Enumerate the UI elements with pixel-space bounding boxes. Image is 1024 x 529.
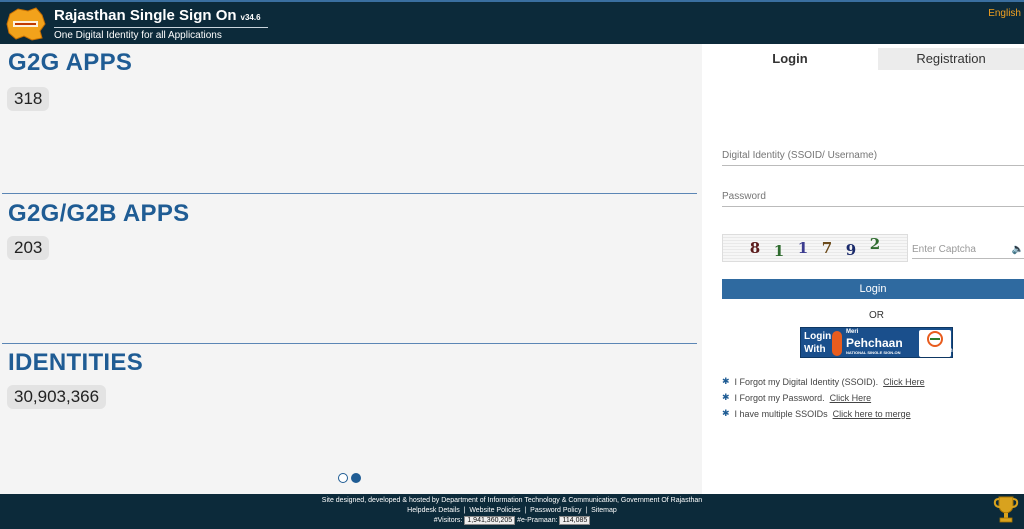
captcha-digit: 9 [845, 241, 857, 259]
rajasthan-logo-icon[interactable] [4, 6, 48, 42]
app-title: Rajasthan Single Sign On v34.6 [54, 7, 261, 24]
stat-value-identities: 30,903,366 [7, 385, 107, 409]
captcha-digit: 1 [797, 239, 809, 257]
carousel-dot[interactable] [338, 473, 348, 483]
or-separator: OR [869, 310, 884, 321]
speaker-icon[interactable]: 🔈 [1012, 244, 1024, 255]
merge-ssoid-text: I have multiple SSOIDs [734, 408, 828, 419]
epramaan-label: #e-Pramaan: [517, 517, 558, 524]
carousel-dot-active[interactable] [351, 473, 361, 483]
stat-value-g2g: 318 [7, 87, 50, 111]
forgot-ssoid-text: I Forgot my Digital Identity (SSOID). [734, 376, 879, 387]
fingerprint-icon [832, 331, 842, 356]
login-panel: Login Registration 8 1 1 7 9 2 Enter Cap… [702, 44, 1024, 494]
epramaan-count: 114,085 [559, 516, 591, 525]
password-policy-link[interactable]: Password Policy [530, 507, 581, 514]
mp-meri-text: Meri [846, 329, 859, 335]
visitors-label: #Visitors: [433, 517, 463, 524]
stat-value-g2b: 203 [7, 236, 50, 260]
footer-bar: Site designed, developed & hosted by Dep… [0, 494, 1024, 529]
forgot-password-row: ✱ I Forgot my Password. Click Here [722, 392, 925, 403]
stats-carousel: G2G APPS 318 G2G/G2B APPS 203 IDENTITIES… [0, 44, 700, 494]
asterisk-icon: ✱ [722, 408, 730, 418]
version-label: v34.6 [240, 13, 261, 22]
meri-pehchaan-login-button[interactable]: Login With Meri Pehchaan NATIONAL SINGLE… [800, 327, 953, 358]
captcha-image: 8 1 1 7 9 2 [722, 234, 908, 262]
asterisk-icon: ✱ [722, 392, 730, 402]
captcha-digit: 2 [869, 235, 881, 253]
mp-tagline: NATIONAL SINGLE SIGN-ON [846, 350, 901, 355]
stat-title-identities: IDENTITIES [8, 349, 144, 376]
captcha-digit: 8 [749, 239, 761, 257]
footer-counters: #Visitors: 1,941,360,205 #e-Pramaan: 114… [0, 516, 1024, 526]
mp-epramaan-text: e-Pramaan [922, 348, 953, 354]
ssoid-field [722, 150, 1024, 166]
stat-title-g2b: G2G/G2B APPS [8, 200, 190, 227]
forgot-ssoid-link[interactable]: Click Here [883, 377, 925, 387]
footer-credit: Site designed, developed & hosted by Dep… [321, 497, 703, 504]
captcha-field[interactable]: Enter Captcha 🔈 [912, 244, 1024, 259]
help-links: ✱ I Forgot my Digital Identity (SSOID). … [722, 376, 925, 424]
forgot-password-link[interactable]: Click Here [830, 393, 872, 403]
footer-links: Helpdesk Details | Website Policies | Pa… [407, 507, 617, 514]
stat-title-g2g: G2G APPS [8, 49, 133, 76]
mp-login-text: Login [804, 331, 832, 342]
stat-divider [2, 343, 697, 344]
ssoid-input[interactable] [722, 150, 1024, 161]
website-policies-link[interactable]: Website Policies [469, 507, 520, 514]
asterisk-icon: ✱ [722, 376, 730, 386]
trophy-icon [992, 495, 1020, 525]
carousel-indicators [338, 473, 361, 483]
app-subtitle: One Digital Identity for all Application… [54, 30, 222, 41]
mp-with-text: With [804, 344, 826, 355]
sitemap-link[interactable]: Sitemap [591, 507, 617, 514]
visitors-count: 1,941,360,205 [464, 516, 516, 525]
header-bar: Rajasthan Single Sign On v34.6 One Digita… [0, 0, 1024, 44]
tab-login[interactable]: Login [702, 48, 878, 70]
stat-divider [2, 193, 697, 194]
password-field [722, 191, 1024, 207]
mp-pehchaan-text: Pehchaan [846, 336, 903, 350]
captcha-placeholder: Enter Captcha [912, 244, 976, 255]
app-title-text: Rajasthan Single Sign On [54, 7, 237, 24]
merge-ssoid-link[interactable]: Click here to merge [833, 409, 911, 419]
password-input[interactable] [722, 191, 1024, 202]
merge-ssoid-row: ✱ I have multiple SSOIDs Click here to m… [722, 408, 925, 419]
title-underline [54, 27, 268, 28]
forgot-password-text: I Forgot my Password. [734, 392, 825, 403]
captcha-digit: 1 [773, 242, 785, 260]
tab-registration[interactable]: Registration [878, 48, 1024, 70]
helpdesk-link[interactable]: Helpdesk Details [407, 507, 460, 514]
language-link[interactable]: English [988, 8, 1021, 19]
forgot-ssoid-row: ✱ I Forgot my Digital Identity (SSOID). … [722, 376, 925, 387]
captcha-digit: 7 [821, 239, 833, 257]
login-button[interactable]: Login [722, 279, 1024, 299]
